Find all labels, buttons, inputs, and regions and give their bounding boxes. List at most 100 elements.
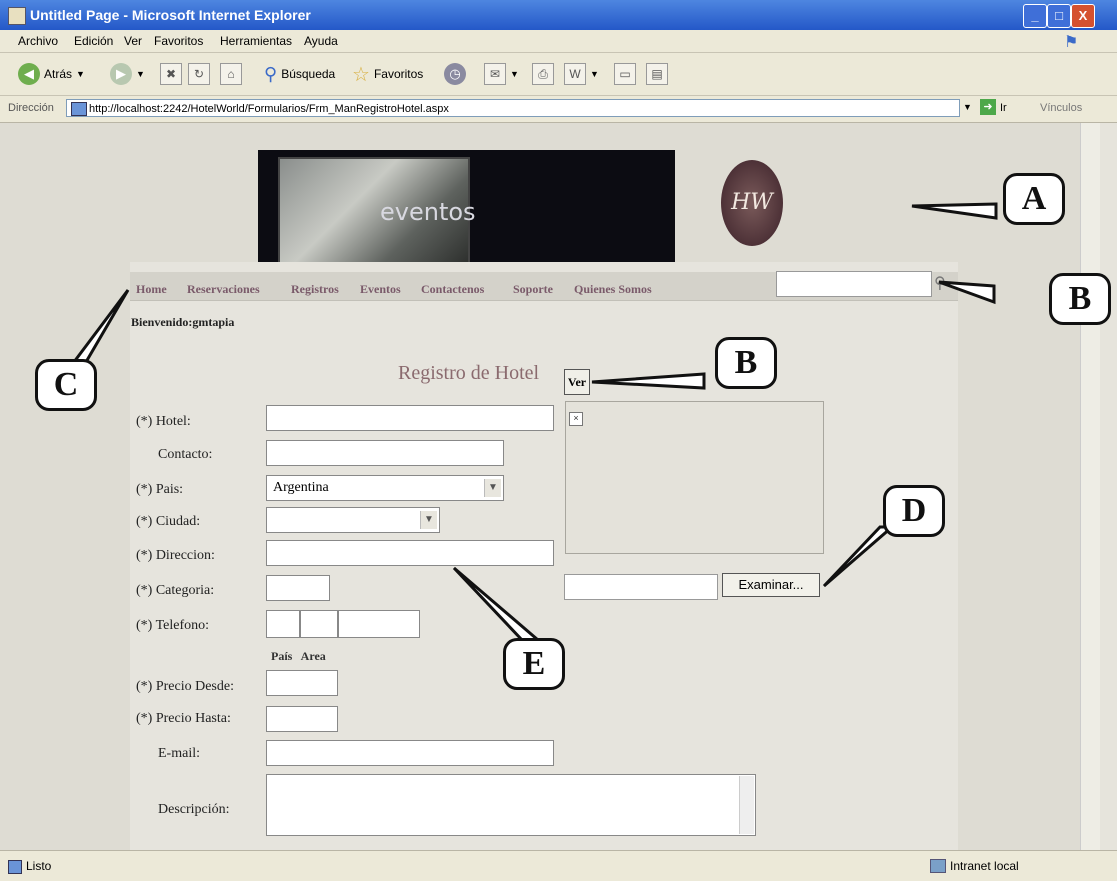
security-zone: Intranet local bbox=[950, 859, 1019, 873]
telefono-pais-input[interactable] bbox=[266, 610, 300, 638]
dropdown-icon: ▼ bbox=[76, 69, 85, 79]
discuss-button[interactable]: ▭ bbox=[614, 61, 636, 87]
precio-desde-input[interactable] bbox=[266, 670, 338, 696]
callout-e: E bbox=[503, 638, 565, 690]
edit-button[interactable]: W ▼ bbox=[564, 61, 599, 87]
history-icon: ◷ bbox=[444, 63, 466, 85]
nav-soporte[interactable]: Soporte bbox=[513, 282, 553, 297]
contacto-label: Contacto: bbox=[158, 447, 213, 462]
page-title: Registro de Hotel bbox=[398, 362, 540, 384]
address-bar: Dirección http://localhost:2242/HotelWor… bbox=[0, 96, 1117, 123]
menu-edicion[interactable]: Edición bbox=[74, 34, 113, 48]
contacto-input[interactable] bbox=[266, 440, 504, 466]
search-button[interactable]: ⚲ Búsqueda bbox=[264, 61, 335, 87]
windows-flag-icon: ⚑ bbox=[1064, 34, 1079, 51]
minimize-button[interactable]: _ bbox=[1023, 4, 1047, 28]
callout-d: D bbox=[883, 485, 945, 537]
menu-bar: Archivo Edición Ver Favoritos Herramient… bbox=[0, 30, 1117, 53]
menu-herramientas[interactable]: Herramientas bbox=[220, 34, 292, 48]
nav-eventos[interactable]: Eventos bbox=[360, 282, 401, 297]
star-icon: ☆ bbox=[352, 63, 370, 86]
home-button[interactable]: ⌂ bbox=[220, 61, 242, 87]
categoria-input[interactable] bbox=[266, 575, 330, 601]
browse-button[interactable]: Examinar... bbox=[722, 573, 820, 597]
books-icon: ▤ bbox=[646, 63, 668, 85]
maximize-button[interactable]: □ bbox=[1047, 4, 1071, 28]
printer-icon: ⎙ bbox=[532, 63, 554, 85]
pais-select[interactable]: Argentina ▼ bbox=[266, 475, 504, 501]
hotel-input[interactable] bbox=[266, 405, 554, 431]
nav-reservaciones[interactable]: Reservaciones bbox=[187, 282, 260, 297]
window-title: Untitled Page - Microsoft Internet Explo… bbox=[30, 7, 311, 23]
close-button[interactable]: X bbox=[1071, 4, 1095, 28]
nav-contactenos[interactable]: Contactenos bbox=[421, 282, 484, 297]
ciudad-label: (*) Ciudad: bbox=[136, 514, 201, 529]
telefono-label: (*) Telefono: bbox=[136, 618, 210, 633]
descripcion-textarea[interactable] bbox=[266, 774, 756, 836]
page-icon bbox=[71, 102, 87, 116]
forward-arrow-icon: ▶ bbox=[110, 63, 132, 85]
email-input[interactable] bbox=[266, 740, 554, 766]
callout-c: C bbox=[35, 359, 97, 411]
nav-quienes-somos[interactable]: Quienes Somos bbox=[574, 282, 652, 297]
forward-button[interactable]: ▶ ▼ bbox=[110, 61, 145, 87]
stop-button[interactable]: ✖ bbox=[160, 61, 182, 87]
telefono-numero-input[interactable] bbox=[338, 610, 420, 638]
back-button[interactable]: ◀ Atrás ▼ bbox=[18, 61, 85, 87]
word-icon: W bbox=[564, 63, 586, 85]
window-title-bar: Untitled Page - Microsoft Internet Explo… bbox=[0, 0, 1117, 30]
refresh-icon: ↻ bbox=[188, 63, 210, 85]
broken-image-icon: × bbox=[569, 412, 583, 426]
go-button[interactable]: Ir bbox=[1000, 102, 1007, 114]
ver-button[interactable]: Ver bbox=[564, 369, 590, 395]
descripcion-label: Descripción: bbox=[158, 802, 230, 817]
status-text: Listo bbox=[26, 859, 52, 873]
magnifier-icon: ⚲ bbox=[264, 63, 278, 84]
nav-registros[interactable]: Registros bbox=[291, 282, 339, 297]
site-search-input[interactable] bbox=[776, 271, 932, 297]
research-button[interactable]: ▤ bbox=[646, 61, 668, 87]
toolbar: ◀ Atrás ▼ ▶ ▼ ✖ ↻ ⌂ ⚲ Búsqueda ☆ Favorit… bbox=[0, 53, 1117, 96]
welcome-text: Bienvenido:gmtapia bbox=[131, 315, 235, 329]
ciudad-select[interactable]: ▼ bbox=[266, 507, 440, 533]
discuss-icon: ▭ bbox=[614, 63, 636, 85]
print-button[interactable]: ⎙ bbox=[532, 61, 554, 87]
ie-page-icon bbox=[8, 860, 22, 874]
categoria-label: (*) Categoria: bbox=[136, 583, 215, 598]
precio-desde-label: (*) Precio Desde: bbox=[136, 679, 234, 694]
refresh-button[interactable]: ↻ bbox=[188, 61, 210, 87]
email-label: E-mail: bbox=[158, 746, 200, 761]
telefono-area-input[interactable] bbox=[300, 610, 338, 638]
direccion-input[interactable] bbox=[266, 540, 554, 566]
menu-ver[interactable]: Ver bbox=[124, 34, 142, 48]
search-icon[interactable]: ⚲ bbox=[934, 273, 946, 293]
favorites-button[interactable]: ☆ Favoritos bbox=[352, 61, 423, 87]
pais-label: (*) Pais: bbox=[136, 482, 184, 497]
site-logo: HW bbox=[721, 160, 783, 246]
menu-ayuda[interactable]: Ayuda bbox=[304, 34, 338, 48]
address-label: Dirección bbox=[8, 102, 54, 114]
stop-icon: ✖ bbox=[160, 63, 182, 85]
vertical-scrollbar[interactable] bbox=[1080, 123, 1100, 850]
url-dropdown-icon[interactable]: ▼ bbox=[963, 102, 972, 112]
file-path-input[interactable] bbox=[564, 574, 718, 600]
go-arrow-icon[interactable]: ➜ bbox=[980, 99, 996, 115]
menu-archivo[interactable]: Archivo bbox=[18, 34, 58, 48]
nav-home[interactable]: Home bbox=[136, 282, 167, 297]
status-bar: Listo Intranet local bbox=[0, 850, 1117, 881]
intranet-icon bbox=[930, 859, 946, 873]
menu-favoritos[interactable]: Favoritos bbox=[154, 34, 203, 48]
mail-icon: ✉ bbox=[484, 63, 506, 85]
history-button[interactable]: ◷ bbox=[444, 61, 466, 87]
links-label[interactable]: Vínculos bbox=[1040, 102, 1082, 114]
chevron-down-icon: ▼ bbox=[420, 511, 437, 529]
url-input[interactable]: http://localhost:2242/HotelWorld/Formula… bbox=[66, 99, 960, 117]
mail-button[interactable]: ✉ ▼ bbox=[484, 61, 519, 87]
textarea-scrollbar[interactable] bbox=[739, 776, 754, 834]
hotel-image-panel bbox=[565, 401, 824, 554]
precio-hasta-input[interactable] bbox=[266, 706, 338, 732]
dropdown-icon: ▼ bbox=[590, 69, 599, 79]
ie-app-icon bbox=[8, 7, 26, 25]
hotel-label: (*) Hotel: bbox=[136, 414, 191, 429]
phone-sublabels: País Area bbox=[271, 649, 326, 663]
